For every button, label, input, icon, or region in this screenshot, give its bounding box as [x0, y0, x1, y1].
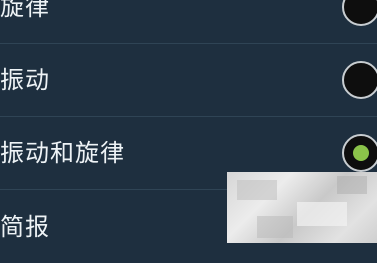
radio-button-vibrate-and-melody[interactable]: [342, 134, 377, 172]
option-label-brief: 简报: [0, 212, 50, 241]
radio-selected-dot: [353, 145, 369, 161]
option-label-vibrate-and-melody: 振动和旋律: [0, 139, 125, 167]
radio-button-vibrate[interactable]: [342, 61, 377, 99]
option-label-melody: 旋律: [0, 0, 50, 21]
option-row-vibrate[interactable]: 振动: [0, 44, 377, 117]
radio-button-melody[interactable]: [342, 0, 377, 26]
option-row-melody[interactable]: 旋律: [0, 0, 377, 44]
blurred-overlay-image: [227, 172, 377, 243]
option-label-vibrate: 振动: [0, 66, 50, 94]
